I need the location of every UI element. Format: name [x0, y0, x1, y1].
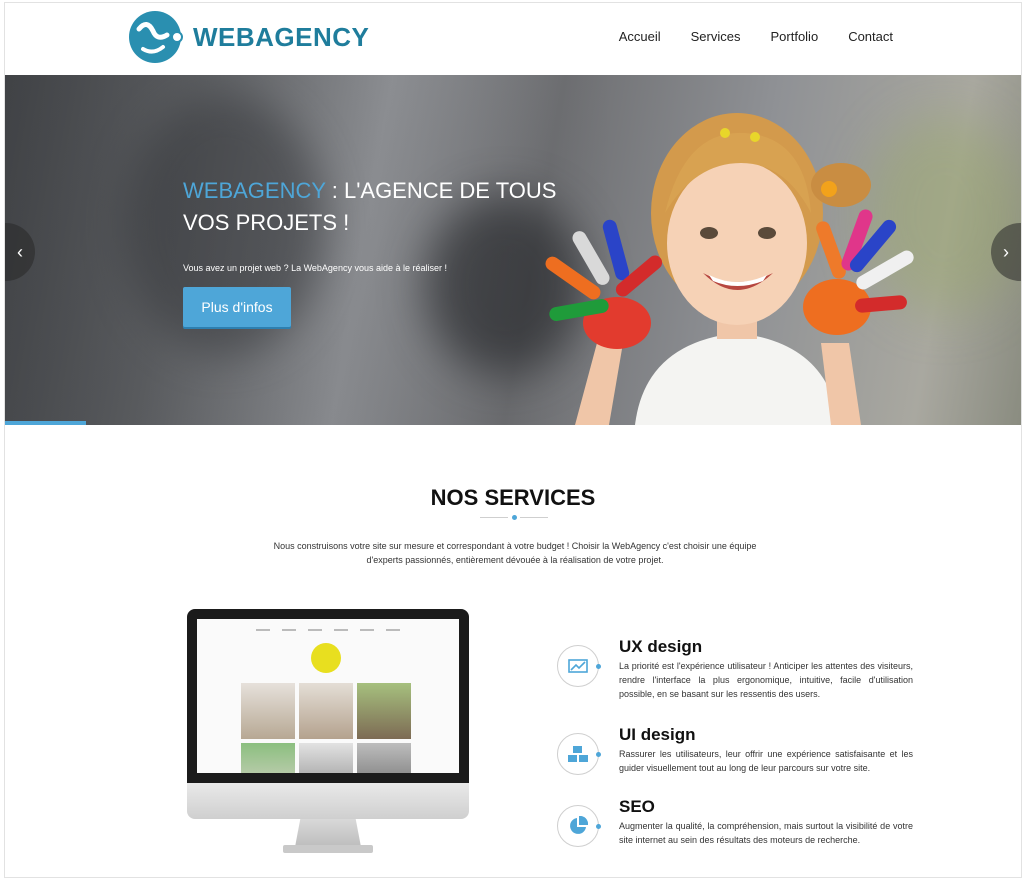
brand-name: WEBAGENCY — [193, 21, 370, 52]
services-intro: Nous construisons votre site sur mesure … — [273, 541, 757, 565]
services-divider — [480, 515, 550, 521]
webagency-logo-icon — [129, 11, 183, 63]
service-name: UX design — [619, 637, 703, 656]
nav-contact[interactable]: Contact — [848, 29, 893, 44]
divider-line — [520, 517, 548, 518]
nav-portfolio[interactable]: Portfolio — [770, 29, 818, 44]
cubes-icon — [557, 733, 601, 775]
imac-stand — [295, 819, 361, 847]
chart-trend-icon — [557, 645, 601, 687]
nav-services[interactable]: Services — [691, 29, 741, 44]
service-name: UI design — [619, 725, 696, 744]
main-nav: Accueil Services Portfolio Contact — [619, 29, 893, 44]
imac-mockup-image — [187, 609, 469, 861]
divider-dot — [512, 515, 517, 520]
slider-progress-bar — [5, 421, 87, 425]
mockup-logo — [311, 643, 341, 673]
service-description: Rassurer les utilisateurs, leur offrir u… — [619, 749, 913, 773]
hero-title-brand: WEBAGENCY — [183, 178, 326, 203]
hero-slider: WEBAGENCY : L'AGENCE DE TOUS VOS PROJETS… — [5, 75, 1021, 425]
divider-line — [480, 517, 508, 518]
hero-subtitle: Vous avez un projet web ? La WebAgency v… — [183, 263, 447, 273]
services-title: NOS SERVICES — [430, 485, 596, 510]
site-header: WEBAGENCY Accueil Services Portfolio Con… — [5, 3, 1021, 75]
service-name: SEO — [619, 797, 655, 816]
imac-display — [197, 619, 459, 773]
site-logo[interactable]: WEBAGENCY — [129, 9, 369, 65]
pie-chart-icon — [557, 805, 601, 847]
hero-child-painted-hands-image — [545, 113, 914, 425]
chevron-right-icon: › — [1003, 241, 1009, 262]
imac-base — [283, 845, 373, 853]
chevron-left-icon: ‹ — [17, 241, 23, 262]
imac-screen — [187, 609, 469, 783]
apple-logo-icon — [321, 791, 335, 807]
mockup-thumbnails — [241, 683, 411, 773]
mockup-nav — [197, 629, 459, 631]
nav-accueil[interactable]: Accueil — [619, 29, 661, 44]
more-info-button[interactable]: Plus d'infos — [183, 287, 291, 327]
hero-title: WEBAGENCY : L'AGENCE DE TOUS VOS PROJETS… — [183, 175, 563, 239]
service-description: Augmenter la qualité, la compréhension, … — [619, 821, 913, 845]
service-description: La priorité est l'expérience utilisateur… — [619, 661, 913, 699]
page-frame: WEBAGENCY Accueil Services Portfolio Con… — [4, 2, 1022, 878]
